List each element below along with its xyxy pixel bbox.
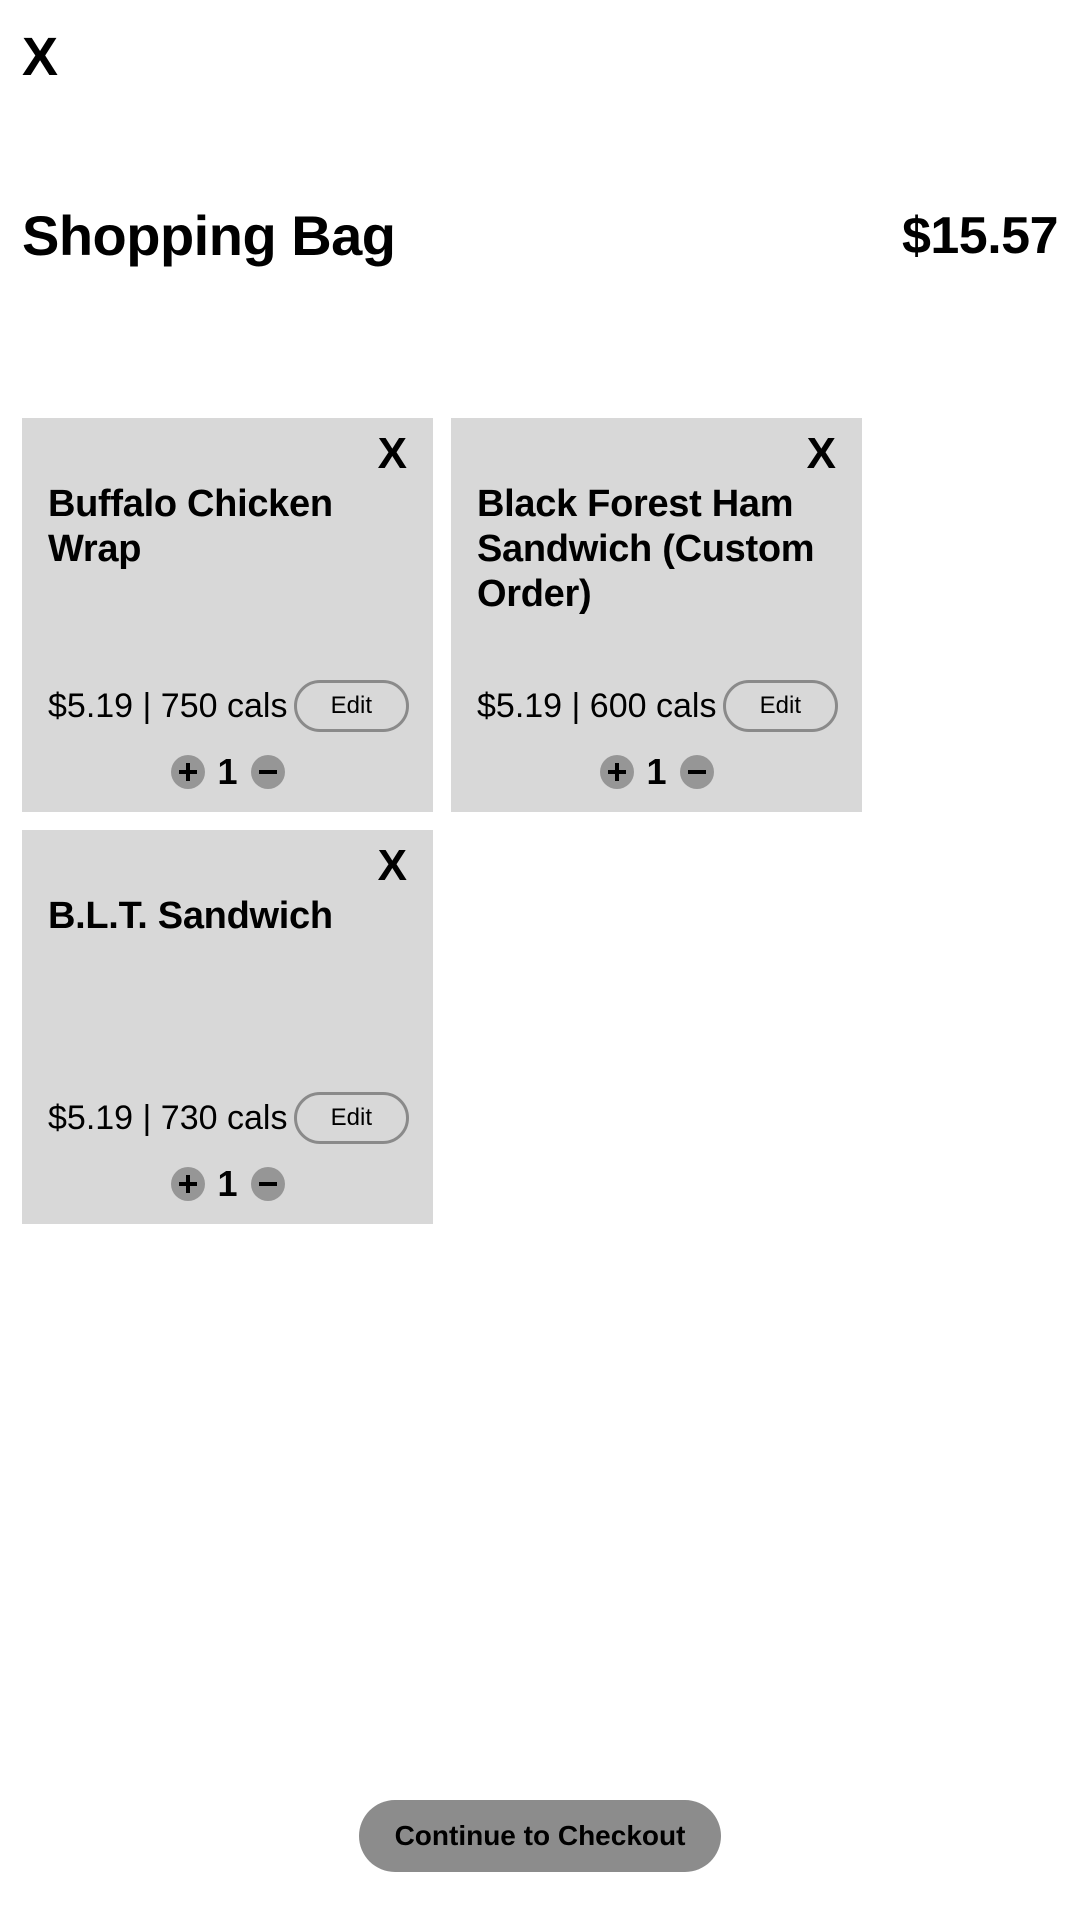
remove-item-button[interactable]: X — [376, 844, 409, 888]
edit-item-button[interactable]: Edit — [722, 680, 838, 732]
item-meta-row: $5.19 | 600 cals Edit — [475, 680, 838, 732]
quantity-stepper: 1 — [46, 754, 409, 790]
checkout-footer: Continue to Checkout — [0, 1800, 1080, 1872]
item-name: Buffalo Chicken Wrap — [48, 483, 333, 570]
increase-quantity-icon[interactable] — [170, 755, 205, 789]
item-price-calories: $5.19 | 750 cals — [48, 687, 288, 725]
item-price-calories: $5.19 | 600 cals — [477, 687, 717, 725]
card-spacer — [46, 572, 409, 680]
item-name: B.L.T. Sandwich — [48, 895, 333, 937]
close-screen-button[interactable]: X — [22, 30, 58, 84]
shopping-bag-screen: X Shopping Bag $15.57 X Buffalo Chicken … — [0, 0, 1080, 1920]
page-title: Shopping Bag — [22, 204, 396, 267]
item-meta-row: $5.19 | 750 cals Edit — [46, 680, 409, 732]
continue-to-checkout-button[interactable]: Continue to Checkout — [358, 1800, 722, 1872]
bag-item-card: X Buffalo Chicken Wrap $5.19 | 750 cals … — [22, 418, 433, 812]
item-price-calories: $5.19 | 730 cals — [48, 1099, 288, 1137]
item-meta-row: $5.19 | 730 cals Edit — [46, 1092, 409, 1144]
remove-item-button[interactable]: X — [805, 432, 838, 476]
bag-items-list: X Buffalo Chicken Wrap $5.19 | 750 cals … — [22, 418, 1062, 1224]
item-name: Black Forest Ham Sandwich (Custom Order) — [477, 483, 815, 615]
card-spacer — [46, 939, 409, 1092]
edit-item-button[interactable]: Edit — [293, 1092, 409, 1144]
item-quantity: 1 — [646, 751, 667, 792]
item-quantity: 1 — [217, 751, 238, 792]
decrease-quantity-icon[interactable] — [250, 755, 285, 789]
card-spacer — [475, 616, 838, 680]
bag-header: Shopping Bag $15.57 — [0, 196, 1080, 276]
item-quantity: 1 — [217, 1163, 238, 1204]
bag-item-card: X Black Forest Ham Sandwich (Custom Orde… — [451, 418, 862, 812]
quantity-stepper: 1 — [475, 754, 838, 790]
increase-quantity-icon[interactable] — [170, 1167, 205, 1201]
decrease-quantity-icon[interactable] — [679, 755, 714, 789]
decrease-quantity-icon[interactable] — [250, 1167, 285, 1201]
remove-item-button[interactable]: X — [376, 432, 409, 476]
bag-item-card: X B.L.T. Sandwich $5.19 | 730 cals Edit … — [22, 830, 433, 1224]
quantity-stepper: 1 — [46, 1166, 409, 1202]
edit-item-button[interactable]: Edit — [293, 680, 409, 732]
increase-quantity-icon[interactable] — [599, 755, 634, 789]
bag-total-price: $15.57 — [901, 207, 1059, 265]
